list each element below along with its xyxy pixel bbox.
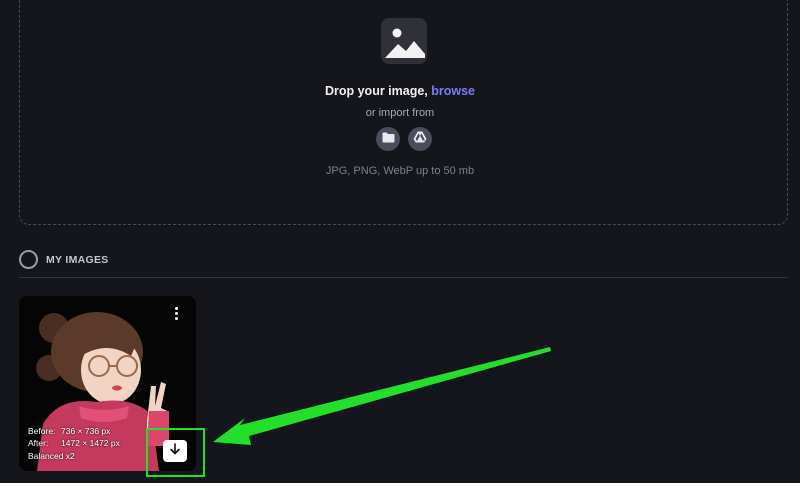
annotation-arrow — [213, 347, 551, 445]
